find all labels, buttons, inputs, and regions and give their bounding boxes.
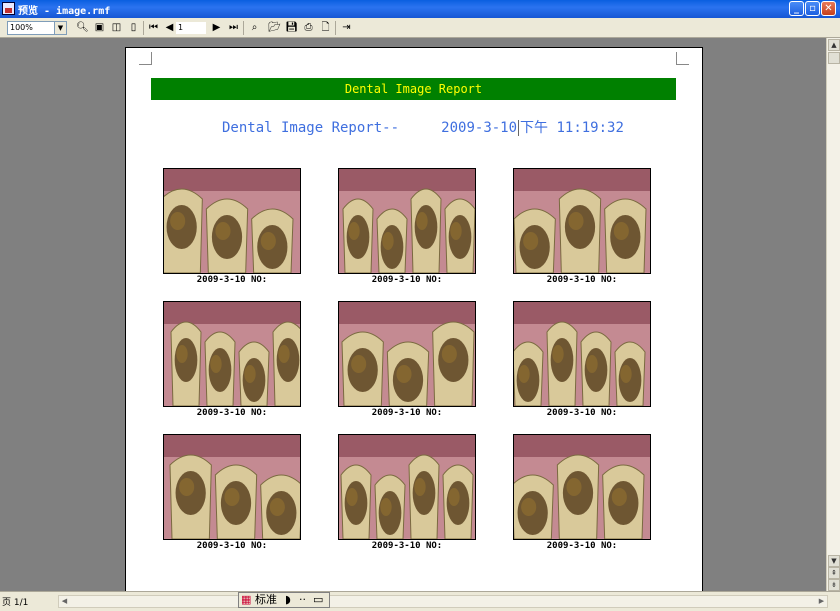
image-caption: 2009-3-10 NO: <box>371 408 443 418</box>
image-cell-8: 2009-3-10 NO: <box>338 434 476 551</box>
ime-mode[interactable]: 标准 <box>255 593 277 607</box>
last-page-icon[interactable]: ⏭ <box>227 21 240 34</box>
scroll-right-icon[interactable]: ▶ <box>816 596 827 607</box>
prev-page-icon[interactable]: ◀ <box>163 21 176 34</box>
toolbar-divider <box>335 21 336 35</box>
status-bar: 页 1/1 ◀ ▶ ▦ 标准 ◗ ·· ▭ <box>0 591 840 611</box>
page-width-icon[interactable]: ▯ <box>127 21 140 34</box>
window-title: 预览 - image.rmf <box>18 6 111 17</box>
first-page-icon[interactable]: ⏮ <box>147 21 160 34</box>
image-caption: 2009-3-10 NO: <box>196 275 268 285</box>
dental-image <box>163 168 301 274</box>
find-icon[interactable]: ⌕ <box>248 21 261 34</box>
punctuation-icon[interactable]: ·· <box>299 593 306 607</box>
soft-keyboard-icon[interactable]: ▭ <box>313 593 323 607</box>
text-cursor <box>518 120 520 136</box>
page-up-icon[interactable]: ⇞ <box>828 567 840 579</box>
title-bar: 预览 - image.rmf _ ▫ ✕ <box>0 0 840 18</box>
image-cell-2: 2009-3-10 NO: <box>338 168 476 285</box>
image-caption: 2009-3-10 NO: <box>196 541 268 551</box>
open-icon[interactable]: 📂︎ <box>268 21 281 34</box>
image-caption: 2009-3-10 NO: <box>546 408 618 418</box>
scroll-left-icon[interactable]: ◀ <box>59 596 70 607</box>
search-icon[interactable]: 🔍︎ <box>76 21 89 34</box>
page-indicator: 页 1/1 <box>2 598 29 608</box>
exit-icon[interactable]: ⇥ <box>340 21 353 34</box>
ime-toolbar: ▦ 标准 ◗ ·· ▭ <box>238 592 330 608</box>
page-number-input[interactable]: 1 <box>176 22 206 34</box>
dental-image <box>338 168 476 274</box>
ime-logo-icon[interactable]: ▦ <box>241 593 251 607</box>
toolbar-divider <box>243 21 244 35</box>
vertical-scrollbar[interactable]: ▲ ▼ ⇞ ⇟ <box>826 38 840 591</box>
image-caption: 2009-3-10 NO: <box>371 541 443 551</box>
page-down-icon[interactable]: ⇟ <box>828 579 840 591</box>
report-banner: Dental Image Report <box>151 78 676 100</box>
image-cell-1: 2009-3-10 NO: <box>163 168 301 285</box>
heading-title: Dental Image Report-- <box>222 120 400 136</box>
horizontal-scrollbar[interactable]: ◀ ▶ <box>58 595 828 608</box>
image-cell-6: 2009-3-10 NO: <box>513 301 651 418</box>
dental-image <box>513 434 651 540</box>
image-caption: 2009-3-10 NO: <box>196 408 268 418</box>
chevron-down-icon[interactable]: ▼ <box>54 22 66 34</box>
heading-time: 下午 11:19:32 <box>520 120 624 136</box>
toolbar: 100% ▼ 🔍︎ ▣ ◫ ▯ ⏮ ◀ 1 ▶ ⏭ ⌕ 📂︎ 💾︎ ⎙ 🗋 ⇥ <box>0 18 840 38</box>
dental-image <box>513 168 651 274</box>
dental-image <box>338 434 476 540</box>
image-cell-7: 2009-3-10 NO: <box>163 434 301 551</box>
toolbar-divider <box>143 21 144 35</box>
report-heading: Dental Image Report-- 2009-3-10 下午 11:19:… <box>222 117 624 137</box>
zoom-value: 100% <box>10 23 33 32</box>
image-cell-9: 2009-3-10 NO: <box>513 434 651 551</box>
heading-date: 2009-3-10 <box>441 120 518 136</box>
dental-image <box>513 301 651 407</box>
zoom-select[interactable]: 100% ▼ <box>7 21 67 35</box>
image-cell-3: 2009-3-10 NO: <box>513 168 651 285</box>
print-icon[interactable]: ⎙ <box>302 21 315 34</box>
image-cell-5: 2009-3-10 NO: <box>338 301 476 418</box>
minimize-button[interactable]: _ <box>789 1 804 16</box>
scroll-up-icon[interactable]: ▲ <box>828 39 840 51</box>
maximize-button[interactable]: ▫ <box>805 1 820 16</box>
close-button[interactable]: ✕ <box>821 1 836 16</box>
dental-image <box>338 301 476 407</box>
two-page-icon[interactable]: ◫ <box>110 21 123 34</box>
new-icon[interactable]: 🗋 <box>319 21 332 34</box>
one-page-icon[interactable]: ▣ <box>93 21 106 34</box>
dental-image <box>163 301 301 407</box>
image-caption: 2009-3-10 NO: <box>546 541 618 551</box>
image-caption: 2009-3-10 NO: <box>371 275 443 285</box>
margin-mark <box>676 52 689 65</box>
scroll-down-icon[interactable]: ▼ <box>828 555 840 567</box>
report-page: Dental Image Report Dental Image Report-… <box>125 47 703 591</box>
scroll-thumb[interactable] <box>828 52 840 64</box>
next-page-icon[interactable]: ▶ <box>210 21 223 34</box>
app-icon[interactable] <box>2 2 15 15</box>
dental-image <box>163 434 301 540</box>
preview-workspace: Dental Image Report Dental Image Report-… <box>0 38 826 591</box>
margin-mark <box>139 52 152 65</box>
image-cell-4: 2009-3-10 NO: <box>163 301 301 418</box>
image-caption: 2009-3-10 NO: <box>546 275 618 285</box>
half-width-icon[interactable]: ◗ <box>285 593 291 607</box>
save-icon[interactable]: 💾︎ <box>285 21 298 34</box>
